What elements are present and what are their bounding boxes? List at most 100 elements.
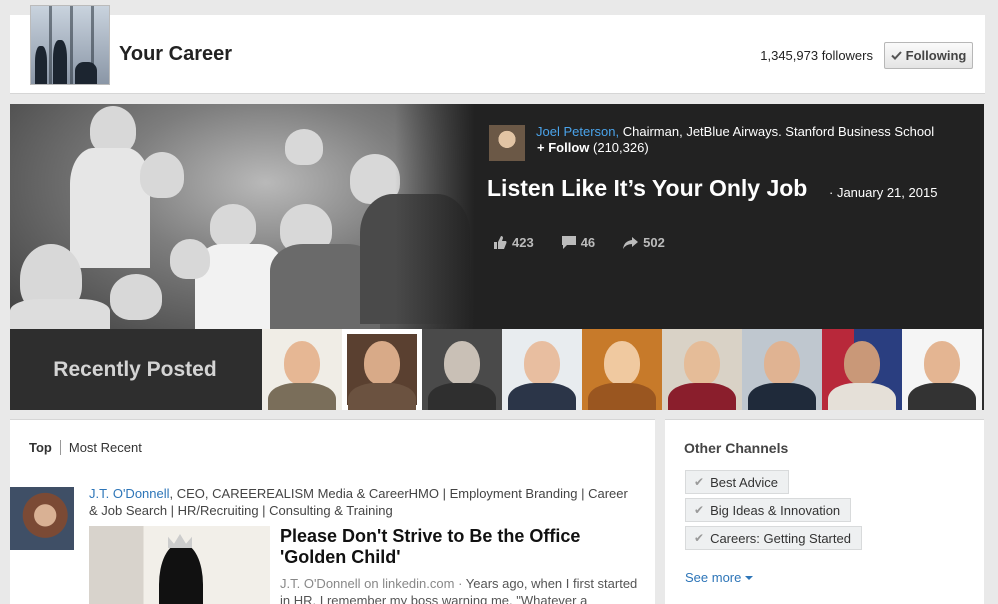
following-button[interactable]: Following — [884, 42, 973, 69]
channel-logo[interactable] — [30, 5, 110, 85]
photo-shape — [285, 129, 323, 165]
comment-stat[interactable]: 46 — [561, 235, 596, 250]
other-channels-card: Other Channels ✔ Best Advice ✔ Big Ideas… — [665, 419, 984, 604]
crown-icon — [168, 534, 192, 548]
channel-chip-label: Big Ideas & Innovation — [710, 502, 841, 518]
follow-count: (210,326) — [593, 140, 649, 155]
thumb-body — [748, 383, 816, 410]
date-text: January 21, 2015 — [836, 185, 938, 200]
thumb-face — [604, 341, 640, 385]
see-more-link[interactable]: See more — [685, 570, 754, 585]
author-title: Chairman, JetBlue Airways. Stanford Busi… — [622, 124, 935, 139]
comment-icon — [561, 236, 576, 249]
featured-stats: 423 46 502 — [493, 235, 693, 250]
follow-label[interactable]: Follow — [548, 140, 589, 155]
share-stat[interactable]: 502 — [623, 235, 665, 250]
featured-image[interactable] — [10, 104, 475, 329]
recent-post-thumb[interactable] — [742, 329, 822, 410]
thumb-face — [684, 341, 720, 385]
logo-figure — [53, 40, 67, 84]
post-author-avatar[interactable] — [10, 487, 74, 550]
check-icon — [890, 51, 902, 60]
like-count: 423 — [512, 235, 534, 250]
post-image[interactable] — [89, 526, 270, 604]
photo-shape — [90, 106, 136, 154]
thumb-body — [268, 383, 336, 410]
logo-figure — [35, 46, 47, 84]
following-label: Following — [905, 48, 967, 63]
check-icon: ✔ — [694, 503, 705, 517]
photo-shape — [170, 239, 210, 279]
post-source[interactable]: J.T. O'Donnell on linkedin.com — [280, 576, 454, 591]
share-count: 502 — [643, 235, 665, 250]
recent-post-thumb[interactable] — [262, 329, 342, 410]
thumb-body — [428, 383, 496, 410]
author-name-link[interactable]: Joel Peterson, — [536, 124, 619, 139]
chevron-down-icon — [745, 575, 754, 580]
recent-post-thumb[interactable] — [422, 329, 502, 410]
post-image-figure — [159, 544, 203, 604]
feed-card: Top Most Recent J.T. O'Donnell, CEO, CAR… — [10, 419, 655, 604]
recent-post-thumb[interactable] — [502, 329, 582, 410]
like-stat[interactable]: 423 — [493, 235, 534, 250]
thumb-body — [588, 383, 656, 410]
featured-date: · January 21, 2015 — [829, 185, 938, 200]
thumb-body — [828, 383, 896, 410]
thumb-body — [908, 383, 976, 410]
post-source-line: J.T. O'Donnell on linkedin.com · Years a… — [280, 575, 645, 604]
photo-shape — [140, 152, 184, 198]
recent-post-thumb[interactable] — [902, 329, 982, 410]
comment-count: 46 — [580, 235, 596, 250]
recent-post-thumb[interactable] — [582, 329, 662, 410]
post-separator: · — [454, 576, 466, 591]
channel-chip-big-ideas[interactable]: ✔ Big Ideas & Innovation — [685, 498, 852, 522]
thumb-face — [524, 341, 560, 385]
channel-chip-label: Best Advice — [710, 474, 778, 490]
recent-post-thumb[interactable] — [662, 329, 742, 410]
photo-shape — [210, 204, 256, 248]
recent-post-thumb[interactable] — [822, 329, 902, 410]
logo-figure — [75, 62, 97, 84]
recent-post-thumb-selected[interactable] — [342, 329, 422, 410]
thumb-face — [924, 341, 960, 385]
channel-chip-careers-getting-started[interactable]: ✔ Careers: Getting Started — [685, 526, 862, 550]
thumb-face — [844, 341, 880, 385]
post-author-name[interactable]: J.T. O'Donnell — [89, 486, 170, 501]
thumb-body — [668, 383, 736, 410]
thumb-body — [508, 383, 576, 410]
post-author-title: , CEO, CAREEREALISM Media & CareerHMO | … — [89, 486, 628, 518]
recently-posted-label: Recently Posted — [53, 357, 217, 381]
thumb-face — [444, 341, 480, 385]
channel-chip-best-advice[interactable]: ✔ Best Advice — [685, 470, 789, 494]
post-title[interactable]: Please Don't Strive to Be the Office 'Go… — [280, 526, 640, 568]
photo-shape — [10, 299, 110, 329]
thumbs-up-icon — [494, 236, 507, 249]
check-icon: ✔ — [694, 475, 705, 489]
recent-thumbnails — [262, 329, 982, 410]
feed-tabs: Top Most Recent — [29, 440, 142, 455]
tab-top[interactable]: Top — [29, 440, 61, 455]
check-icon: ✔ — [694, 531, 705, 545]
thumb-face — [284, 341, 320, 385]
plus-icon: + — [537, 140, 545, 155]
channel-chip-label: Careers: Getting Started — [710, 530, 851, 546]
author-line: Joel Peterson, Chairman, JetBlue Airways… — [536, 124, 934, 139]
thumb-face — [764, 341, 800, 385]
share-arrow-icon — [623, 236, 639, 249]
tab-most-recent[interactable]: Most Recent — [61, 440, 142, 455]
post-author-line: J.T. O'Donnell, CEO, CAREEREALISM Media … — [89, 485, 639, 519]
recently-posted-strip: Recently Posted — [10, 329, 984, 410]
photo-shape — [70, 148, 150, 268]
thumb-body — [348, 383, 416, 410]
photo-fade — [395, 104, 475, 329]
author-avatar[interactable] — [489, 125, 525, 161]
featured-post[interactable]: Joel Peterson, Chairman, JetBlue Airways… — [10, 104, 984, 329]
followers-count: 1,345,973 followers — [760, 48, 873, 63]
channel-header: Your Career 1,345,973 followers Followin… — [10, 5, 985, 94]
thumb-face — [364, 341, 400, 385]
see-more-label: See more — [685, 570, 742, 585]
featured-headline[interactable]: Listen Like It’s Your Only Job — [487, 175, 807, 202]
follow-author[interactable]: + Follow (210,326) — [537, 140, 649, 155]
other-channels-title: Other Channels — [684, 440, 789, 456]
photo-shape — [110, 274, 162, 320]
